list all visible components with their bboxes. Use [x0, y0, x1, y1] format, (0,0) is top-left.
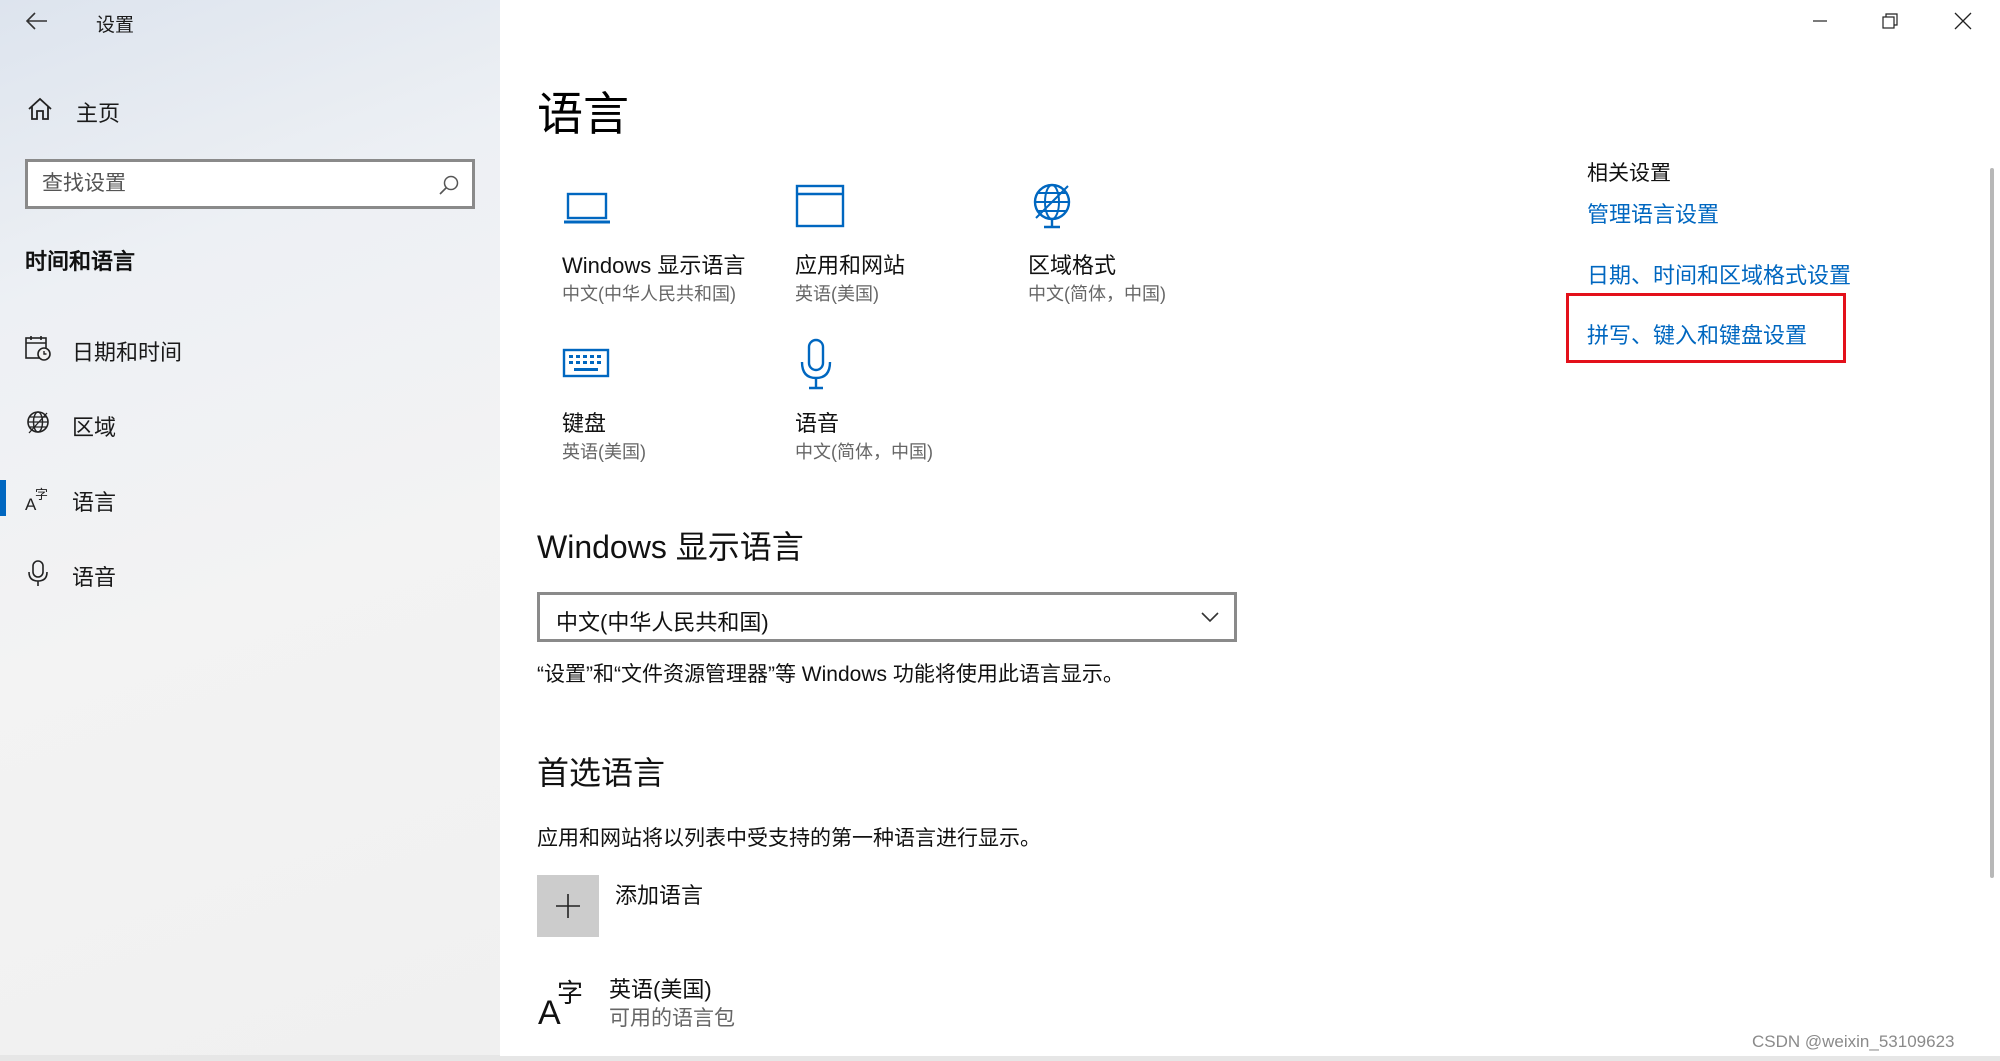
bottom-edge — [500, 1056, 2000, 1061]
tile-title: 键盘 — [562, 411, 607, 436]
tile-keyboard[interactable]: 键盘 英语(美国) — [562, 338, 782, 478]
minimize-icon — [1813, 20, 1827, 22]
sidebar-item-label: 区域 — [72, 415, 117, 440]
search-icon[interactable] — [438, 174, 460, 196]
watermark-text: CSDN @weixin_53109623 — [1752, 1032, 1955, 1051]
tile-title: 语音 — [795, 411, 840, 436]
tile-windows-display-language[interactable]: Windows 显示语言 中文(中华人民共和国) — [562, 180, 782, 320]
close-icon — [1954, 12, 1972, 30]
sidebar-item-speech[interactable]: 语音 — [0, 545, 500, 601]
sidebar-item-home[interactable]: 主页 — [0, 84, 500, 136]
search-box[interactable] — [25, 159, 475, 209]
display-language-description: “设置”和“文件资源管理器”等 Windows 功能将使用此语言显示。 — [537, 663, 1124, 686]
app-title: 设置 — [96, 15, 135, 36]
language-icon: A 字 — [538, 979, 583, 1028]
sidebar-item-date-time[interactable]: 日期和时间 — [0, 320, 500, 376]
sidebar-item-label: 语言 — [72, 490, 117, 515]
tile-subtitle: 英语(美国) — [562, 442, 646, 462]
list-item-language[interactable]: A 字 英语(美国) 可用的语言包 — [537, 968, 1137, 1038]
search-input[interactable] — [42, 169, 422, 199]
restore-button[interactable] — [1855, 0, 1925, 42]
tile-title: 应用和网站 — [795, 253, 906, 278]
select-value: 中文(中华人民共和国) — [556, 610, 769, 635]
microphone-icon — [28, 560, 48, 586]
svg-text:字: 字 — [557, 979, 583, 1009]
title-bar: 设置 — [0, 0, 500, 42]
link-spelling-typing-keyboard-settings[interactable]: 拼写、键入和键盘设置 — [1587, 318, 1807, 350]
tile-title: 区域格式 — [1028, 253, 1117, 278]
sidebar-item-label: 主页 — [76, 101, 121, 126]
tile-subtitle: 英语(美国) — [795, 284, 879, 304]
sidebar-item-label: 语音 — [72, 565, 117, 590]
section-title: 时间和语言 — [25, 249, 136, 274]
microphone-icon — [800, 338, 832, 390]
tile-speech[interactable]: 语音 中文(简体，中国) — [795, 338, 1015, 478]
calendar-clock-icon — [25, 336, 51, 361]
minimize-button[interactable] — [1785, 0, 1855, 42]
sidebar: 设置 主页 时间和语言 日期和时间 区域 A — [0, 0, 500, 1061]
display-language-select[interactable]: 中文(中华人民共和国) — [537, 592, 1237, 642]
globe-format-icon — [1033, 183, 1071, 229]
browser-window-icon — [795, 184, 845, 228]
add-language-label[interactable]: 添加语言 — [615, 878, 703, 910]
scrollbar[interactable] — [1990, 168, 1994, 878]
tile-title: Windows 显示语言 — [562, 253, 746, 278]
sidebar-item-language[interactable]: A 字 语言 — [0, 470, 500, 526]
add-language-button[interactable] — [537, 875, 599, 937]
tile-subtitle: 中文(中华人民共和国) — [562, 284, 736, 304]
home-icon — [28, 97, 52, 120]
back-arrow-icon — [26, 12, 47, 30]
sidebar-item-region[interactable]: 区域 — [0, 395, 500, 451]
laptop-icon — [564, 192, 610, 224]
language-name: 英语(美国) — [609, 977, 712, 1002]
globe-icon — [27, 411, 49, 434]
close-button[interactable] — [1928, 0, 1998, 42]
preferred-languages-description: 应用和网站将以列表中受支持的第一种语言进行显示。 — [537, 827, 1041, 850]
keyboard-icon — [562, 348, 610, 378]
restore-icon — [1882, 13, 1898, 29]
related-settings-heading: 相关设置 — [1587, 162, 1671, 185]
language-status: 可用的语言包 — [609, 1007, 735, 1030]
language-icon: A 字 — [25, 488, 48, 512]
link-manage-language-settings[interactable]: 管理语言设置 — [1587, 197, 1719, 229]
back-button[interactable] — [10, 0, 64, 42]
link-date-time-region-settings[interactable]: 日期、时间和区域格式设置 — [1587, 258, 1851, 290]
preferred-languages-heading: 首选语言 — [537, 755, 666, 791]
tile-apps-websites[interactable]: 应用和网站 英语(美国) — [795, 180, 1015, 320]
display-language-heading: Windows 显示语言 — [537, 529, 804, 565]
tile-subtitle: 中文(简体，中国) — [795, 442, 933, 462]
page-title: 语言 — [537, 88, 629, 140]
tile-subtitle: 中文(简体，中国) — [1028, 284, 1166, 304]
chevron-down-icon — [1201, 612, 1219, 623]
plus-icon — [556, 894, 580, 918]
sidebar-item-label: 日期和时间 — [72, 340, 183, 365]
svg-text:字: 字 — [35, 488, 48, 503]
tile-regional-format[interactable]: 区域格式 中文(简体，中国) — [1028, 180, 1248, 320]
